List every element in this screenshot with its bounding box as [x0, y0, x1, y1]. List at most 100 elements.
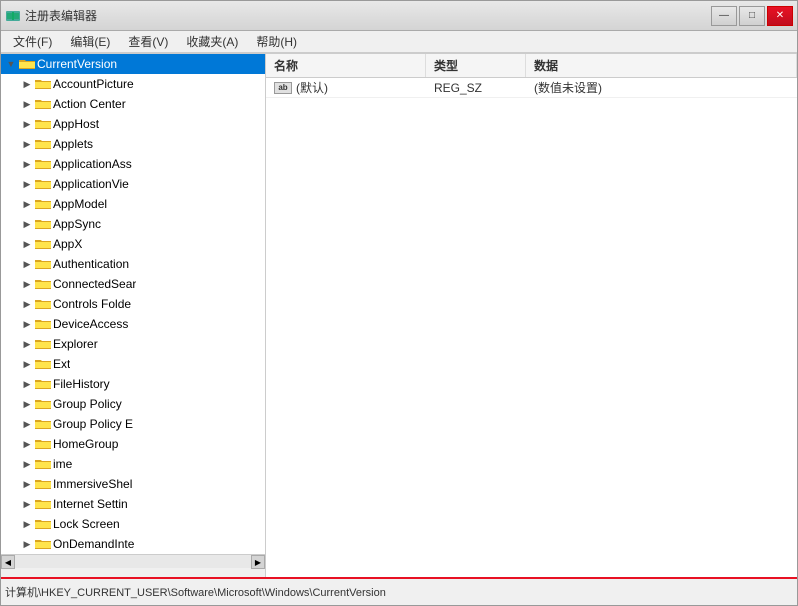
folder-icon — [35, 217, 51, 231]
tree-item[interactable]: ▶ Explorer — [1, 334, 265, 354]
close-button[interactable]: ✕ — [767, 6, 793, 26]
folder-icon — [35, 497, 51, 511]
expand-icon[interactable]: ▶ — [21, 298, 33, 310]
expand-icon[interactable]: ▶ — [21, 418, 33, 430]
cell-name-text: (默认) — [296, 79, 328, 96]
tree-item-label: ConnectedSear — [53, 277, 136, 291]
collapse-icon[interactable]: ▼ — [5, 58, 17, 70]
menu-view[interactable]: 查看(V) — [120, 31, 176, 52]
expand-icon[interactable]: ▶ — [21, 378, 33, 390]
hscroll-left-btn[interactable]: ◀ — [1, 555, 15, 569]
tree-item[interactable]: ▶ Authentication — [1, 254, 265, 274]
folder-icon — [35, 437, 51, 451]
expand-icon[interactable]: ▶ — [21, 98, 33, 110]
tree-item[interactable]: ▶ ApplicationVie — [1, 174, 265, 194]
hscroll-track[interactable] — [15, 555, 251, 568]
expand-icon[interactable]: ▶ — [21, 178, 33, 190]
expand-icon[interactable]: ▶ — [21, 458, 33, 470]
tree-item[interactable]: ▶ AppX — [1, 234, 265, 254]
expand-icon[interactable]: ▶ — [21, 538, 33, 550]
tree-item-label: Authentication — [53, 257, 129, 271]
cell-data: (数值未设置) — [526, 78, 797, 98]
tree-item-label: Ext — [53, 357, 70, 371]
expand-icon[interactable]: ▶ — [21, 518, 33, 530]
menubar: 文件(F) 编辑(E) 查看(V) 收藏夹(A) 帮助(H) — [1, 31, 797, 53]
tree-item[interactable]: ▶ ImmersiveShel — [1, 474, 265, 494]
tree-item[interactable]: ▶ Applets — [1, 134, 265, 154]
expand-icon[interactable]: ▶ — [21, 358, 33, 370]
tree-item-label: FileHistory — [53, 377, 110, 391]
folder-icon — [35, 337, 51, 351]
tree-item[interactable]: ▶ AccountPicture — [1, 74, 265, 94]
expand-icon[interactable]: ▶ — [21, 278, 33, 290]
folder-icon — [35, 477, 51, 491]
tree-item-label: ApplicationAss — [53, 157, 132, 171]
folder-icon — [35, 117, 51, 131]
hscroll-right-btn[interactable]: ▶ — [251, 555, 265, 569]
tree-item[interactable]: ▶ Controls Folde — [1, 294, 265, 314]
tree-item-label: DeviceAccess — [53, 317, 128, 331]
tree-hscroll[interactable]: ◀ ▶ — [1, 554, 265, 568]
tree-item[interactable]: ▶ Group Policy — [1, 394, 265, 414]
expand-icon[interactable]: ▶ — [21, 318, 33, 330]
expand-icon[interactable]: ▶ — [21, 498, 33, 510]
expand-icon[interactable]: ▶ — [21, 438, 33, 450]
tree-item[interactable]: ▶ HomeGroup — [1, 434, 265, 454]
expand-icon[interactable]: ▶ — [21, 258, 33, 270]
expand-icon[interactable]: ▶ — [21, 138, 33, 150]
folder-icon — [35, 537, 51, 551]
tree-item[interactable]: ▶ FileHistory — [1, 374, 265, 394]
menu-edit[interactable]: 编辑(E) — [62, 31, 118, 52]
tree-item-label: Action Center — [53, 97, 126, 111]
status-path: 计算机\HKEY_CURRENT_USER\Software\Microsoft… — [5, 584, 386, 600]
tree-item[interactable]: ▶ DeviceAccess — [1, 314, 265, 334]
tree-item[interactable]: ▶ AppModel — [1, 194, 265, 214]
tree-item[interactable]: ▶ Lock Screen — [1, 514, 265, 534]
tree-item[interactable]: ▼ CurrentVersion — [1, 54, 265, 74]
table-row[interactable]: ab(默认)REG_SZ(数值未设置) — [266, 78, 797, 98]
expand-icon[interactable]: ▶ — [21, 78, 33, 90]
table-body: ab(默认)REG_SZ(数值未设置) — [266, 78, 797, 577]
tree-item[interactable]: ▶ AppSync — [1, 214, 265, 234]
menu-favorites[interactable]: 收藏夹(A) — [178, 31, 246, 52]
column-header-type: 类型 — [426, 54, 526, 77]
reg-string-icon: ab — [274, 82, 292, 94]
tree-item-label: ime — [53, 457, 72, 471]
main-content: ▼ CurrentVersion▶ AccountPicture▶ Action… — [1, 53, 797, 577]
minimize-button[interactable]: — — [711, 6, 737, 26]
menu-help[interactable]: 帮助(H) — [248, 31, 305, 52]
folder-icon — [35, 137, 51, 151]
tree-item[interactable]: ▶ Group Policy E — [1, 414, 265, 434]
tree-item[interactable]: ▶ AppHost — [1, 114, 265, 134]
tree-item[interactable]: ▶ Internet Settin — [1, 494, 265, 514]
folder-icon — [35, 397, 51, 411]
table-header: 名称 类型 数据 — [266, 54, 797, 78]
expand-icon[interactable]: ▶ — [21, 478, 33, 490]
tree-panel[interactable]: ▼ CurrentVersion▶ AccountPicture▶ Action… — [1, 54, 266, 554]
cell-name: ab (默认) — [266, 78, 426, 98]
expand-icon[interactable]: ▶ — [21, 118, 33, 130]
expand-icon[interactable]: ▶ — [21, 218, 33, 230]
tree-item[interactable]: ▶ ime — [1, 454, 265, 474]
tree-item-label: HomeGroup — [53, 437, 118, 451]
tree-item[interactable]: ▶ Ext — [1, 354, 265, 374]
expand-icon[interactable]: ▶ — [21, 398, 33, 410]
right-panel: 名称 类型 数据 ab(默认)REG_SZ(数值未设置) — [266, 54, 797, 577]
menu-file[interactable]: 文件(F) — [5, 31, 60, 52]
expand-icon[interactable]: ▶ — [21, 158, 33, 170]
folder-icon — [19, 57, 35, 71]
tree-item-label: AccountPicture — [53, 77, 134, 91]
folder-icon — [35, 517, 51, 531]
tree-item[interactable]: ▶ ConnectedSear — [1, 274, 265, 294]
maximize-button[interactable]: □ — [739, 6, 765, 26]
expand-icon[interactable]: ▶ — [21, 198, 33, 210]
registry-editor-window: 注册表编辑器 — □ ✕ 文件(F) 编辑(E) 查看(V) 收藏夹(A) 帮助… — [0, 0, 798, 606]
expand-icon[interactable]: ▶ — [21, 238, 33, 250]
folder-icon — [35, 197, 51, 211]
expand-icon[interactable]: ▶ — [21, 338, 33, 350]
tree-item-label: AppHost — [53, 117, 99, 131]
tree-item[interactable]: ▶ OnDemandInte — [1, 534, 265, 554]
tree-item[interactable]: ▶ Action Center — [1, 94, 265, 114]
tree-item[interactable]: ▶ ApplicationAss — [1, 154, 265, 174]
tree-item-label: Controls Folde — [53, 297, 131, 311]
